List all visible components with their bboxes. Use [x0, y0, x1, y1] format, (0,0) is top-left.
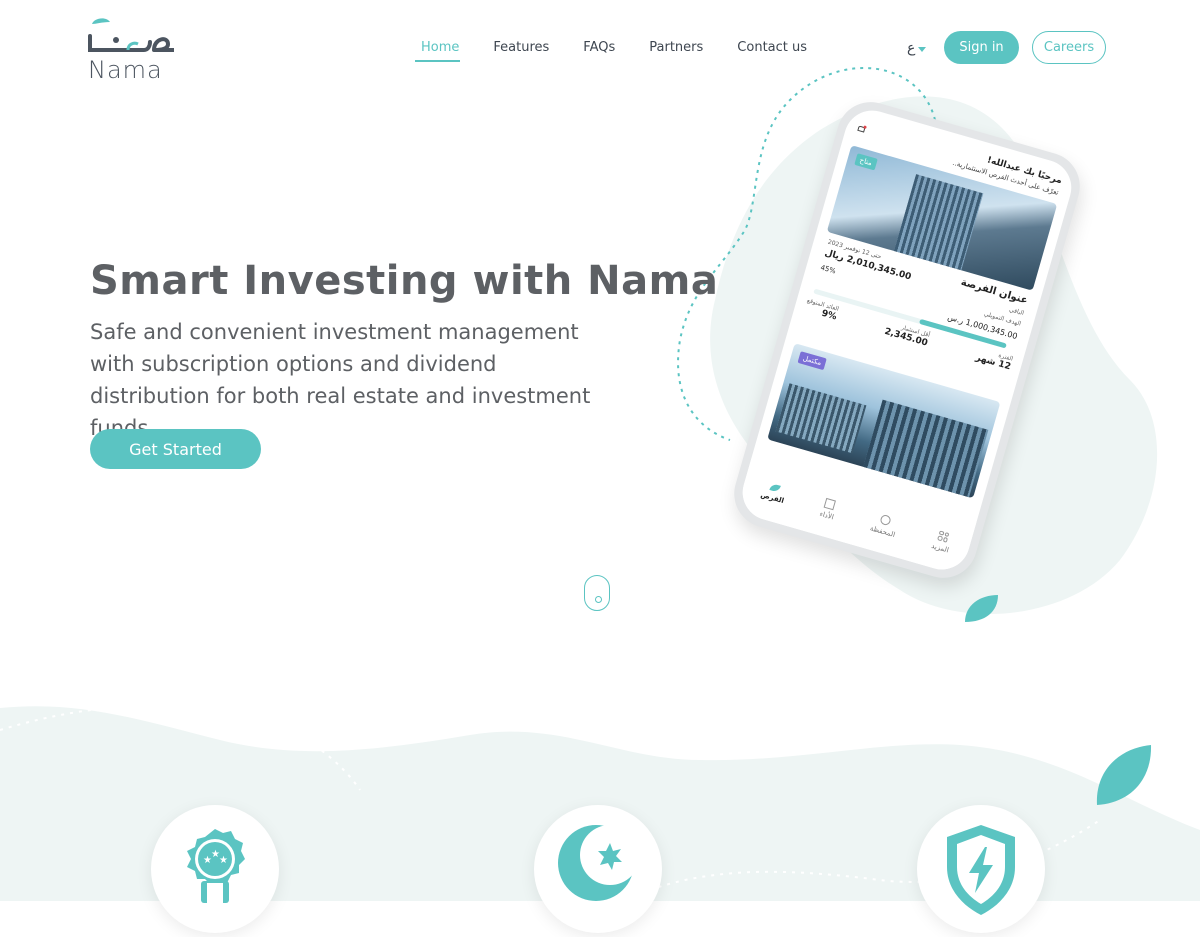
notification-bell-icon [857, 118, 869, 133]
nav-contact-us[interactable]: Contact us [720, 40, 824, 62]
phone-mockup: مرحبًا بك عبدالله! تعرّف على أحدث الفرص … [710, 94, 1088, 590]
hero-subtitle: Safe and convenient investment managemen… [90, 320, 591, 440]
shield-lightning-icon [947, 825, 1015, 915]
wallet-icon [879, 513, 893, 526]
stat-period: الفترة 12 شهر [968, 346, 1013, 394]
nama-logo[interactable]: Nama [88, 18, 178, 84]
award-badge-icon: ★ ★ ★ [187, 829, 245, 903]
chevron-down-icon [918, 46, 927, 52]
scroll-down-indicator[interactable] [584, 575, 610, 611]
building-graphic [775, 383, 867, 454]
nav-faqs[interactable]: FAQs [566, 40, 632, 62]
feature-card-islamic [534, 805, 662, 933]
scroll-dot-icon [595, 596, 602, 603]
completed-badge: مكتمل [797, 351, 827, 371]
nav-features[interactable]: Features [476, 40, 566, 62]
tab-more[interactable]: المزيد [931, 529, 954, 554]
tab-portfolio[interactable]: المحفظة [869, 511, 899, 539]
tab-label: الأداء [818, 509, 835, 522]
progress-label: 45% [819, 263, 837, 276]
remaining-label: الباقي [1008, 306, 1025, 318]
logo-arabic-mark [88, 18, 174, 52]
tab-label: المزيد [930, 541, 950, 554]
logo-wordmark: Nama [88, 56, 163, 84]
get-started-button[interactable]: Get Started [90, 429, 261, 469]
leaf-icon [769, 483, 781, 493]
feature-card-award: ★ ★ ★ [151, 805, 279, 933]
phone-screen: مرحبًا بك عبدالله! تعرّف على أحدث الفرص … [736, 103, 1078, 577]
bar-chart-icon [823, 497, 837, 510]
svg-text:★: ★ [219, 855, 228, 866]
crescent-star-icon [558, 825, 640, 901]
available-badge: متاح [854, 153, 878, 171]
tab-performance[interactable]: الأداء [819, 497, 839, 521]
stat-min-investment: أقل استثمار 2,345.00 [877, 320, 930, 371]
hero-title: Smart Investing with Nama [90, 258, 719, 304]
building-graphic [894, 174, 984, 271]
building-graphic [863, 399, 989, 498]
tab-label: المحفظة [869, 523, 897, 539]
tab-label: الفرص [759, 490, 785, 506]
grid-icon [937, 529, 950, 543]
tab-opportunities[interactable]: الفرص [760, 481, 788, 505]
language-switcher[interactable]: ع [907, 40, 927, 56]
feature-card-security [917, 805, 1045, 933]
nav-partners[interactable]: Partners [632, 40, 720, 62]
nav-home[interactable]: Home [404, 40, 476, 62]
main-nav: Home Features FAQs Partners Contact us [404, 40, 824, 62]
language-label: ع [907, 40, 916, 56]
careers-button[interactable]: Careers [1032, 31, 1106, 64]
stat-expected-return: العائد المتوقع 9% [797, 297, 840, 345]
sign-in-button[interactable]: Sign in [944, 31, 1019, 64]
